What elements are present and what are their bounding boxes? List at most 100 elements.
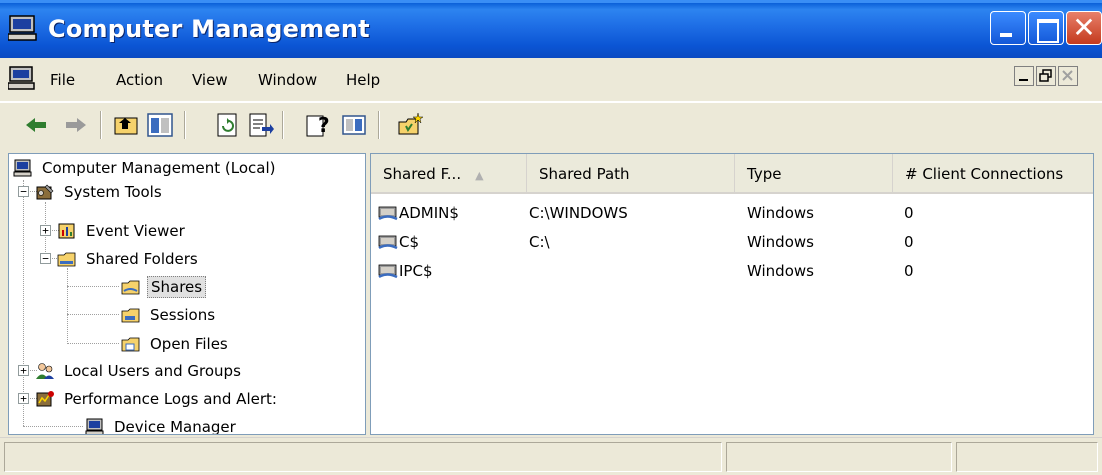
new-file-share-icon[interactable] bbox=[396, 112, 424, 138]
status-pane-secondary bbox=[726, 442, 952, 472]
computer-management-icon bbox=[8, 15, 37, 41]
tree-label: Shared Folders bbox=[86, 250, 198, 268]
minimize-button[interactable] bbox=[990, 11, 1026, 45]
system-tools-icon bbox=[36, 184, 54, 200]
share-icon bbox=[378, 206, 398, 221]
toolbar-separator bbox=[282, 111, 284, 139]
device-manager-icon bbox=[85, 418, 104, 434]
tree-connector bbox=[67, 343, 119, 344]
forward-icon[interactable] bbox=[62, 112, 90, 138]
up-one-level-icon[interactable] bbox=[112, 112, 140, 138]
svg-text:?: ? bbox=[318, 113, 330, 137]
column-header-shared-folder[interactable]: Shared F... ▲ bbox=[371, 154, 527, 194]
tree-label: Event Viewer bbox=[86, 222, 185, 240]
system-menu-icon[interactable] bbox=[8, 66, 36, 90]
column-header-type[interactable]: Type bbox=[735, 154, 893, 194]
share-type: Windows bbox=[747, 262, 814, 280]
column-header-label: Shared Path bbox=[539, 165, 630, 183]
tree-node-open-files[interactable]: Open Files bbox=[121, 332, 231, 356]
console-tree[interactable]: Computer Management (Local) − System Too… bbox=[8, 153, 366, 435]
close-icon: ✕ bbox=[1072, 11, 1096, 44]
menu-help[interactable]: Help bbox=[346, 71, 380, 89]
main-area: Computer Management (Local) − System Too… bbox=[0, 147, 1102, 437]
window-title: Computer Management bbox=[48, 15, 370, 43]
collapse-system-tools-icon[interactable]: − bbox=[18, 186, 29, 197]
column-header-label: # Client Connections bbox=[905, 165, 1064, 183]
menu-bar: File Action View Window Help bbox=[0, 58, 1102, 102]
tree-connector bbox=[67, 268, 68, 344]
title-bar[interactable]: Computer Management ✕ bbox=[0, 0, 1102, 58]
toolbar-separator bbox=[184, 111, 186, 139]
menu-window[interactable]: Window bbox=[258, 71, 317, 89]
tree-node-local-users-and-groups[interactable]: Local Users and Groups bbox=[35, 359, 244, 383]
expand-performance-logs-icon[interactable]: + bbox=[18, 393, 29, 404]
tree-node-system-tools[interactable]: System Tools bbox=[35, 180, 165, 204]
table-row[interactable]: IPC$ Windows 0 bbox=[371, 258, 1093, 287]
toolbar-separator bbox=[378, 111, 380, 139]
show-hide-action-pane-icon[interactable] bbox=[340, 112, 368, 138]
tree-node-device-manager[interactable]: Device Manager bbox=[85, 415, 239, 434]
shared-folder-icon bbox=[57, 252, 76, 267]
show-hide-console-tree-icon[interactable] bbox=[146, 112, 174, 138]
shares-folder-icon bbox=[121, 280, 140, 295]
sessions-folder-icon bbox=[121, 308, 140, 323]
maximize-button[interactable] bbox=[1028, 11, 1064, 45]
tree-label: Performance Logs and Alert: bbox=[64, 390, 277, 408]
table-row[interactable]: ADMIN$ C:\WINDOWS Windows 0 bbox=[371, 200, 1093, 229]
share-connections: 0 bbox=[904, 262, 914, 280]
export-list-icon[interactable] bbox=[246, 112, 274, 138]
table-row[interactable]: C$ C:\ Windows 0 bbox=[371, 229, 1093, 258]
computer-icon bbox=[13, 159, 32, 177]
open-files-folder-icon bbox=[121, 337, 140, 352]
expand-event-viewer-icon[interactable]: + bbox=[40, 225, 51, 236]
back-icon[interactable] bbox=[22, 112, 50, 138]
collapse-shared-folders-icon[interactable]: − bbox=[40, 253, 51, 264]
child-minimize-button[interactable] bbox=[1014, 66, 1034, 86]
menu-file[interactable]: File bbox=[50, 71, 75, 89]
tree-label: Local Users and Groups bbox=[64, 362, 241, 380]
share-connections: 0 bbox=[904, 204, 914, 222]
tree-connector bbox=[67, 286, 119, 287]
restore-icon bbox=[1039, 69, 1052, 82]
help-icon[interactable]: ? bbox=[304, 112, 332, 138]
tree-node-sessions[interactable]: Sessions bbox=[121, 303, 218, 327]
tree-connector bbox=[23, 180, 24, 426]
sort-ascending-icon: ▲ bbox=[475, 169, 484, 182]
menu-action[interactable]: Action bbox=[116, 71, 163, 89]
menu-view[interactable]: View bbox=[192, 71, 228, 89]
tree-node-shares[interactable]: Shares bbox=[121, 275, 207, 299]
share-icon bbox=[378, 235, 398, 250]
tree-label: System Tools bbox=[64, 183, 162, 201]
expand-local-users-icon[interactable]: + bbox=[18, 365, 29, 376]
status-pane-main bbox=[4, 442, 722, 472]
close-button[interactable]: ✕ bbox=[1066, 11, 1102, 45]
close-icon bbox=[1062, 70, 1073, 81]
event-viewer-icon bbox=[58, 223, 75, 239]
status-bar bbox=[0, 437, 1102, 475]
tree-connector bbox=[67, 314, 119, 315]
share-path: C:\ bbox=[529, 233, 550, 251]
tree-node-computer-management[interactable]: Computer Management (Local) bbox=[13, 156, 279, 180]
tree-connector bbox=[23, 426, 83, 427]
child-restore-button[interactable] bbox=[1036, 66, 1056, 86]
tree-node-event-viewer[interactable]: Event Viewer bbox=[57, 219, 188, 243]
share-icon bbox=[378, 264, 398, 279]
minimize-icon bbox=[1019, 79, 1028, 81]
tree-node-performance-logs-and-alerts[interactable]: Performance Logs and Alert: bbox=[35, 387, 280, 411]
share-connections: 0 bbox=[904, 233, 914, 251]
toolbar: ? bbox=[0, 102, 1102, 147]
child-close-button[interactable] bbox=[1058, 66, 1078, 86]
tree-label: Shares bbox=[147, 276, 207, 298]
shares-list[interactable]: Shared F... ▲ Shared Path Type # Client C… bbox=[370, 153, 1094, 435]
tree-label: Computer Management (Local) bbox=[42, 159, 276, 177]
tree-node-shared-folders[interactable]: Shared Folders bbox=[57, 247, 201, 271]
performance-logs-icon bbox=[36, 391, 54, 407]
refresh-icon[interactable] bbox=[214, 112, 242, 138]
column-header-shared-path[interactable]: Shared Path bbox=[527, 154, 735, 194]
tree-label: Open Files bbox=[150, 335, 228, 353]
share-type: Windows bbox=[747, 204, 814, 222]
share-type: Windows bbox=[747, 233, 814, 251]
column-header-client-connections[interactable]: # Client Connections bbox=[893, 154, 1093, 194]
toolbar-separator bbox=[100, 111, 102, 139]
column-header-label: Shared F... bbox=[383, 165, 462, 183]
